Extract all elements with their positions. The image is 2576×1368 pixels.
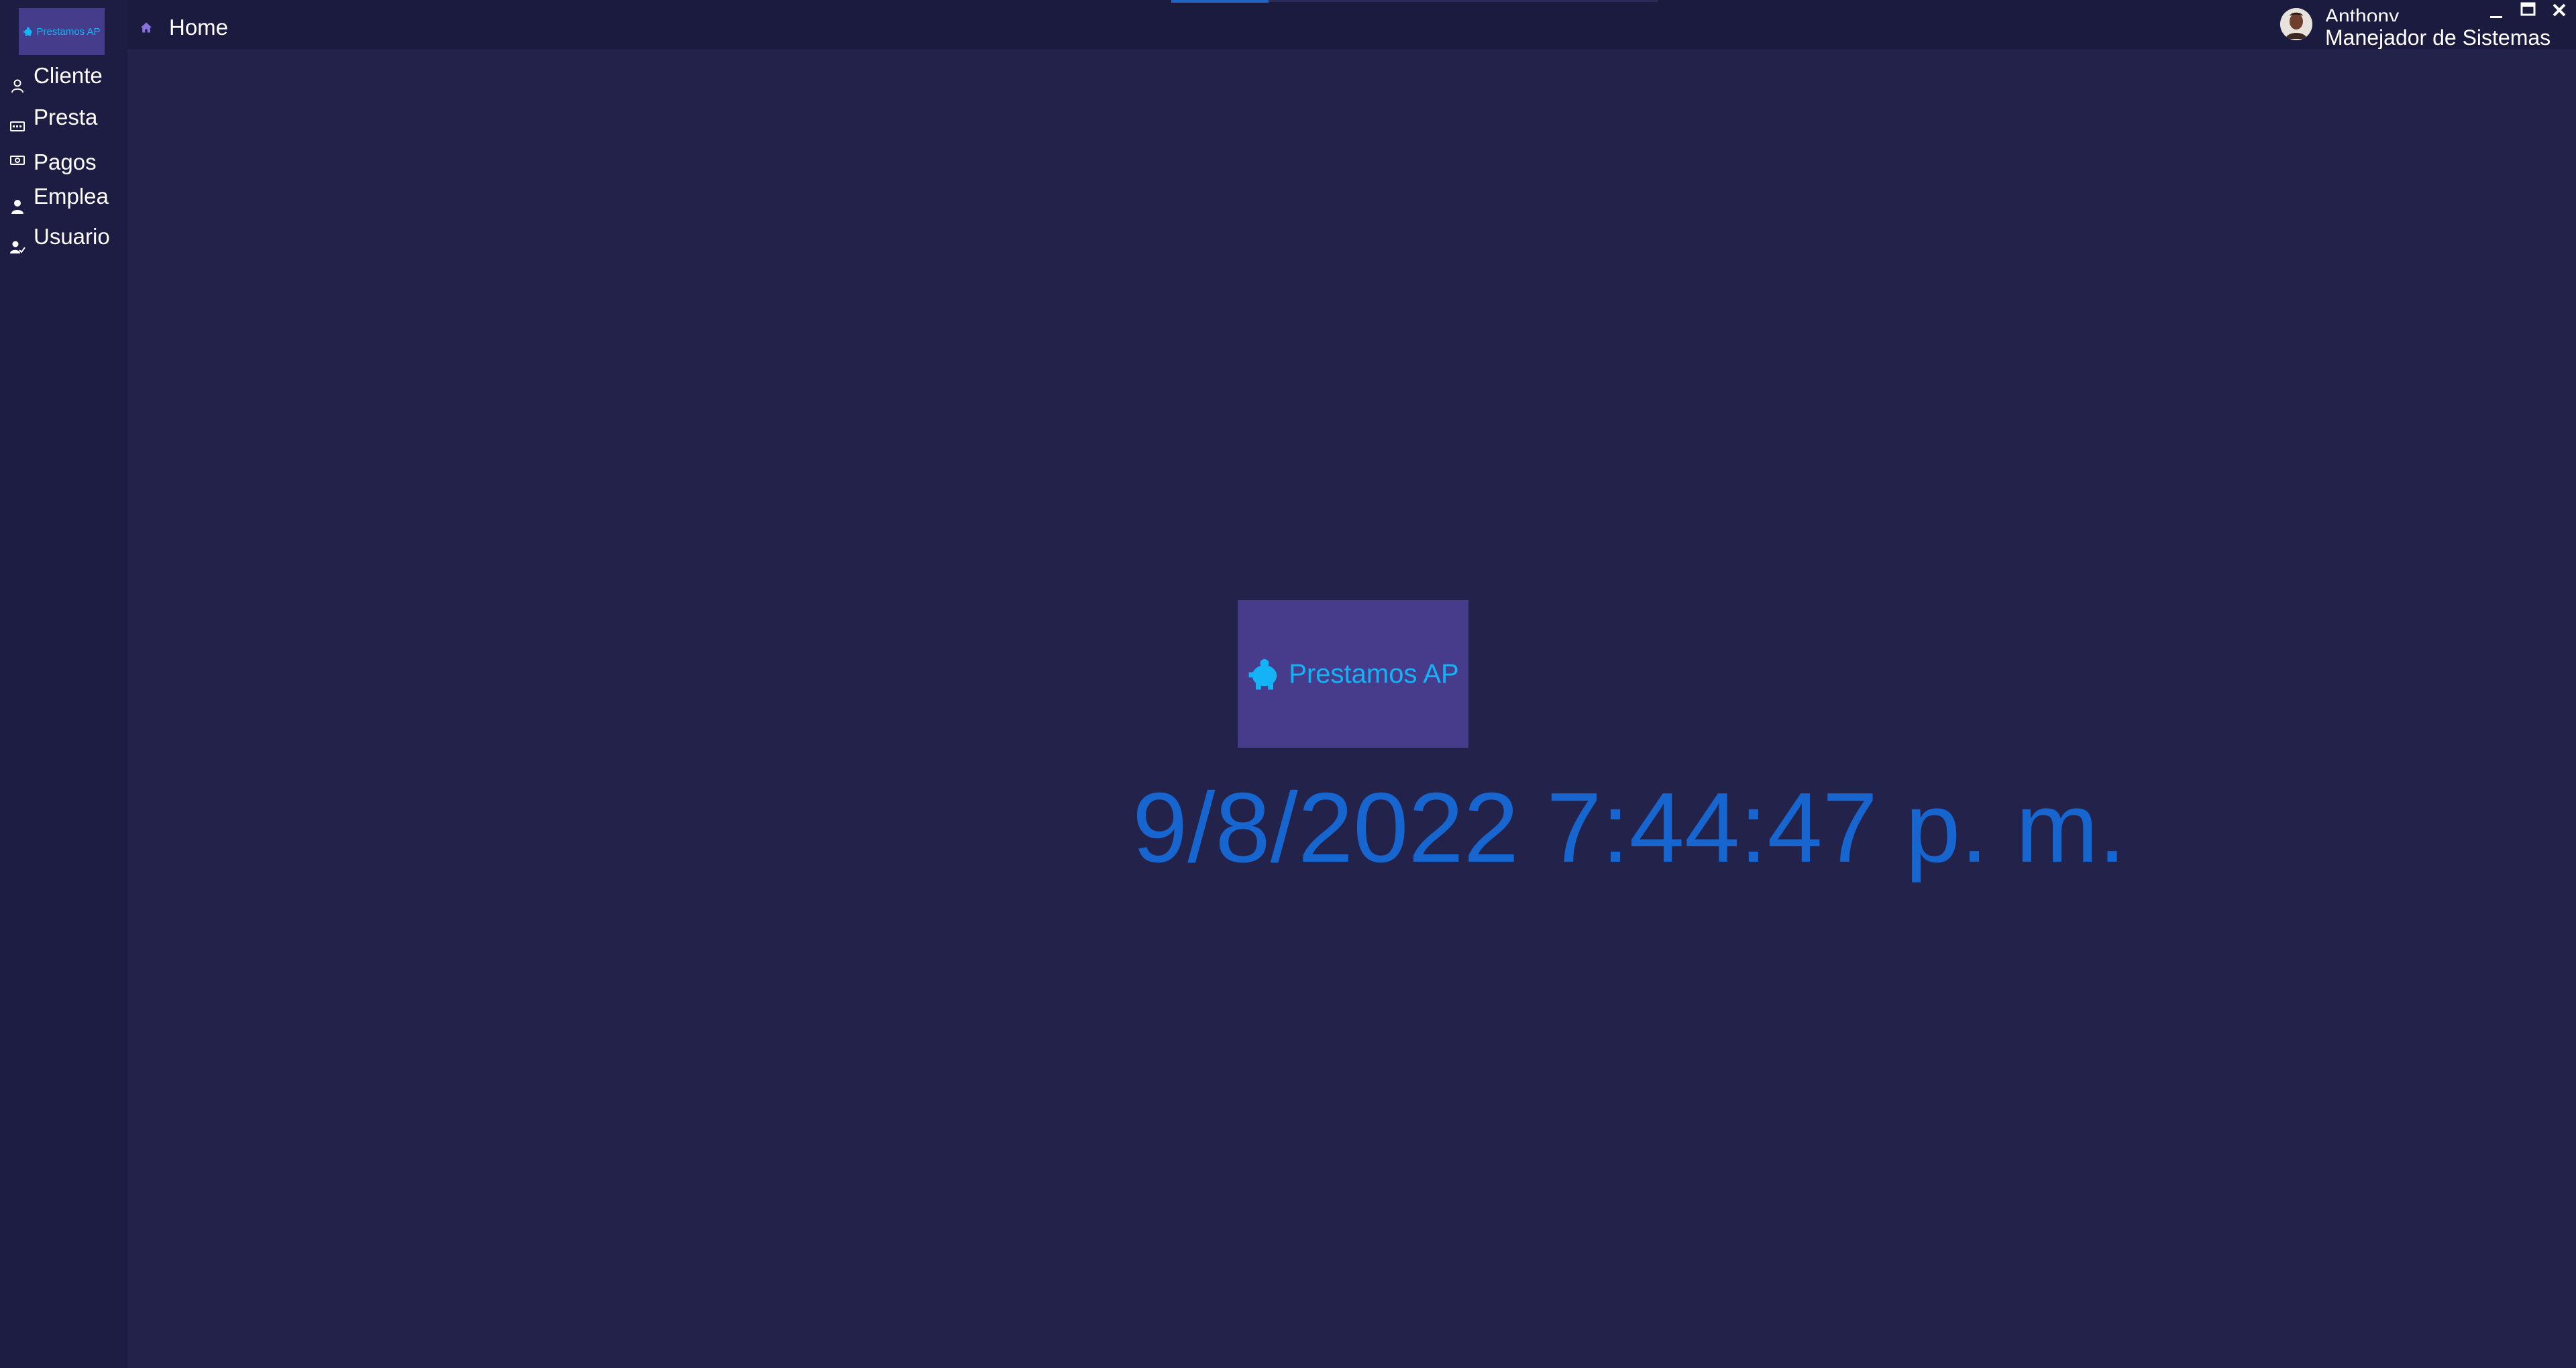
sidebar-item-pagos[interactable]: Pagos	[0, 144, 127, 182]
tab-track	[1269, 0, 1658, 2]
piggy-bank-icon	[1248, 659, 1277, 690]
minimize-button[interactable]	[2482, 0, 2509, 27]
user-role: Manejador de Sistemas	[2325, 27, 2551, 49]
avatar[interactable]	[2280, 8, 2312, 40]
user-icon	[11, 79, 23, 93]
clock-display: 9/8/2022 7:44:47 p. m.	[1132, 773, 2127, 883]
sidebar-logo-text: Prestamos AP	[36, 25, 101, 38]
employee-icon	[11, 200, 23, 214]
sidebar-item-cliente[interactable]: Cliente	[0, 62, 127, 99]
sidebar-item-presta[interactable]: Presta	[0, 102, 127, 139]
active-tab-indicator	[1171, 0, 1269, 3]
sidebar-item-label: Cliente	[34, 63, 103, 88]
sidebar-item-label: Emplea	[34, 184, 109, 209]
maximize-button[interactable]	[2514, 0, 2541, 27]
close-button[interactable]	[2546, 0, 2573, 27]
sidebar-item-usuario[interactable]: Usuario	[0, 223, 127, 260]
breadcrumb-label: Home	[169, 15, 229, 40]
sidebar: Prestamos AP Cliente Presta Pagos Emplea…	[0, 0, 127, 1368]
sidebar-item-emplea[interactable]: Emplea	[0, 182, 127, 220]
sidebar-item-label: Pagos	[34, 150, 97, 174]
avatar-photo	[2280, 8, 2312, 40]
app-window: Prestamos AP Cliente Presta Pagos Emplea…	[0, 0, 2576, 1368]
home-icon	[140, 22, 152, 33]
money-icon	[10, 156, 25, 165]
maximize-icon	[2520, 2, 2536, 16]
top-bar: Home Anthony Manejador de Sistemas	[127, 0, 2576, 49]
sidebar-item-label: Usuario	[34, 224, 110, 249]
user-name: Anthony	[2325, 7, 2400, 21]
center-logo: Prestamos AP	[1238, 600, 1468, 748]
close-icon	[2553, 3, 2566, 17]
minimize-icon	[2490, 16, 2502, 18]
sidebar-item-label: Presta	[34, 105, 98, 129]
center-logo-text: Prestamos AP	[1289, 659, 1459, 689]
breadcrumb[interactable]: Home	[140, 15, 228, 40]
user-check-icon	[10, 241, 25, 253]
sidebar-logo[interactable]: Prestamos AP	[19, 8, 105, 55]
piggy-bank-icon	[23, 27, 32, 36]
card-icon	[10, 121, 25, 131]
